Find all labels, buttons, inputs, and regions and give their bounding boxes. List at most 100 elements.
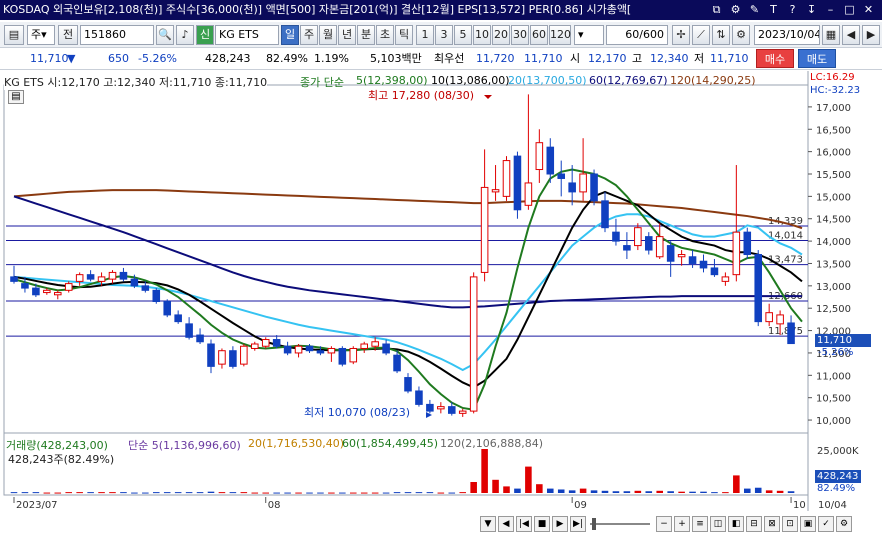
tab-year[interactable]: 년 xyxy=(338,25,356,45)
volume-bar xyxy=(76,492,83,494)
interval-3[interactable]: 3 xyxy=(435,25,453,45)
stock-info-bar: KOSDAQ 외국인보유[2,108(천)] 주식수[36,000(천)] 액면… xyxy=(0,0,882,20)
capital: 자본금[201(억)] xyxy=(318,3,398,16)
market-cap: 시가총액[ xyxy=(586,3,632,16)
tab-second[interactable]: 초 xyxy=(376,25,394,45)
count-field[interactable]: 60/600 xyxy=(606,25,668,45)
candle-body xyxy=(601,200,609,229)
candle-body xyxy=(644,236,653,251)
scroll-prev-icon[interactable]: ◀ xyxy=(498,516,514,532)
volume-bar xyxy=(689,491,696,493)
scroll-stop-icon[interactable]: ■ xyxy=(534,516,550,532)
text-tool-icon[interactable]: T xyxy=(767,3,780,16)
interval-20[interactable]: 20 xyxy=(492,25,510,45)
pin-icon[interactable]: ↧ xyxy=(805,3,818,16)
chart-settings-icon[interactable]: ▤ xyxy=(8,90,24,104)
scroll-first-icon[interactable]: ▼ xyxy=(480,516,496,532)
interval-5[interactable]: 5 xyxy=(454,25,472,45)
volume-value: 428,243 xyxy=(205,52,251,65)
view-a-icon[interactable]: ◫ xyxy=(710,516,726,532)
interval-10[interactable]: 10 xyxy=(473,25,491,45)
candle-body xyxy=(612,231,620,242)
zoom-reset-icon[interactable]: ≡ xyxy=(692,516,708,532)
compare-icon[interactable]: ⇅ xyxy=(712,25,730,45)
tab-tick[interactable]: 틱 xyxy=(395,25,413,45)
interval-custom-select[interactable]: ▾ xyxy=(574,25,604,45)
help-icon[interactable]: ? xyxy=(786,3,799,16)
calendar-icon[interactable]: ▦ xyxy=(822,25,840,45)
sell-button[interactable]: 매도 xyxy=(798,49,836,68)
view-h-icon[interactable]: ⚙ xyxy=(836,516,852,532)
interval-1[interactable]: 1 xyxy=(416,25,434,45)
date-field[interactable]: 2023/10/04 xyxy=(754,25,820,45)
volume-bar xyxy=(623,491,631,493)
view-f-icon[interactable]: ▣ xyxy=(800,516,816,532)
candle-body xyxy=(426,403,434,412)
nav-left-icon[interactable]: ◀ xyxy=(842,25,860,45)
price-chart[interactable]: 17,000 16,500 16,000 15,500 15,000 14,500 14,0… xyxy=(0,71,882,540)
interval-120[interactable]: 120 xyxy=(549,25,571,45)
candle-body xyxy=(404,377,412,392)
window-restore-icon[interactable]: ⧉ xyxy=(710,3,723,16)
view-b-icon[interactable]: ◧ xyxy=(728,516,744,532)
zoom-slider-handle[interactable] xyxy=(592,518,596,530)
candle-body xyxy=(535,142,544,171)
interval-30[interactable]: 30 xyxy=(511,25,529,45)
nav-right-icon[interactable]: ▶ xyxy=(862,25,880,45)
settings-gear-icon[interactable]: ⚙ xyxy=(729,3,742,16)
candle-body xyxy=(699,260,708,269)
tab-month[interactable]: 월 xyxy=(319,25,337,45)
interval-60[interactable]: 60 xyxy=(530,25,548,45)
price-tick-label: 17,000 xyxy=(816,103,851,114)
stock-code-input[interactable]: 151860 xyxy=(80,25,154,45)
zoom-out-icon[interactable]: − xyxy=(656,516,672,532)
candle-body xyxy=(21,283,29,289)
date-tick-label: 2023/07 xyxy=(16,500,58,511)
chart-menu-icon[interactable]: ▤ xyxy=(4,25,24,45)
scroll-last-icon[interactable]: ▶| xyxy=(570,516,586,532)
view-e-icon[interactable]: ⊡ xyxy=(782,516,798,532)
candle-body xyxy=(43,289,51,294)
volume-bar xyxy=(328,492,335,494)
volume-bar xyxy=(32,492,40,494)
sound-icon[interactable]: ♪ xyxy=(176,25,194,45)
price-axis-current: 11,710 xyxy=(815,334,871,347)
volume-bar xyxy=(196,492,204,494)
candle-body xyxy=(568,182,576,193)
draw-line-icon[interactable]: ⟋ xyxy=(692,25,710,45)
view-g-icon[interactable]: ✓ xyxy=(818,516,834,532)
candle-body xyxy=(229,350,237,367)
legend-ma60: 60(12,769,67) xyxy=(589,74,668,87)
buy-button[interactable]: 매수 xyxy=(756,49,794,68)
prev-button[interactable]: 전 xyxy=(58,25,78,45)
view-c-icon[interactable]: ⊟ xyxy=(746,516,762,532)
close-icon[interactable]: ✕ xyxy=(862,3,875,16)
sin-badge: 신 xyxy=(196,25,214,45)
volume-bar xyxy=(557,489,565,493)
tab-minute[interactable]: 분 xyxy=(357,25,375,45)
volume-bar xyxy=(142,492,149,494)
scroll-next-icon[interactable]: ▶ xyxy=(552,516,568,532)
tab-week[interactable]: 주 xyxy=(300,25,318,45)
tab-day[interactable]: 일 xyxy=(281,25,299,45)
volume-bar xyxy=(448,492,456,494)
legend-ma5: 5(12,398,00) xyxy=(356,74,428,87)
zoom-slider[interactable] xyxy=(590,523,650,525)
period-select[interactable]: 주▾ xyxy=(27,25,55,45)
crosshair-icon[interactable]: ✢ xyxy=(672,25,690,45)
best-bid: 11,710 xyxy=(524,52,563,65)
maximize-icon[interactable]: □ xyxy=(843,3,856,16)
candle-body xyxy=(272,339,281,347)
scroll-back-icon[interactable]: |◀ xyxy=(516,516,532,532)
config-icon[interactable]: ⚙ xyxy=(732,25,750,45)
tool-icon[interactable]: ✎ xyxy=(748,3,761,16)
candle-body xyxy=(174,314,182,323)
candle-body xyxy=(655,236,664,258)
zoom-in-icon[interactable]: + xyxy=(674,516,690,532)
volume-bar xyxy=(349,492,357,494)
search-icon[interactable]: 🔍 xyxy=(156,25,174,45)
volume-bar xyxy=(174,492,182,494)
volume-bar xyxy=(579,488,587,493)
view-d-icon[interactable]: ⊠ xyxy=(764,516,780,532)
minimize-icon[interactable]: – xyxy=(824,3,837,16)
